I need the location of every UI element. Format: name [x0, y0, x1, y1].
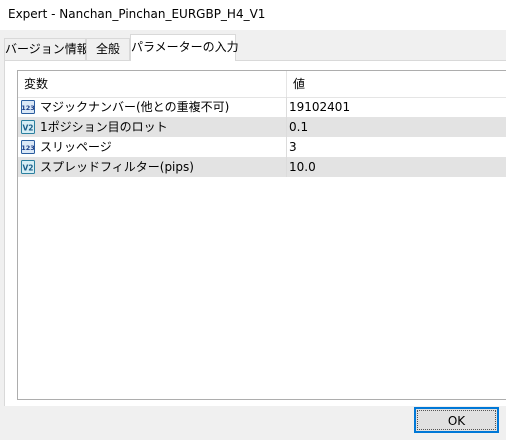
header-value[interactable]: 値	[287, 71, 506, 97]
param-name: マジックナンバー(他との重複不可)	[40, 100, 230, 114]
param-name: 1ポジション目のロット	[40, 120, 168, 134]
header-variable[interactable]: 変数	[18, 71, 286, 97]
tab-strip: バージョン情報 全般 パラメーターの入力	[0, 30, 506, 61]
param-value[interactable]: 3	[289, 137, 297, 157]
svg-text:V2: V2	[22, 164, 33, 173]
svg-text:V2: V2	[22, 124, 33, 133]
table-row[interactable]: V2 1ポジション目のロット 0.1	[18, 117, 506, 137]
column-divider	[286, 137, 287, 157]
double-param-icon: V2	[21, 120, 35, 134]
svg-text:123: 123	[21, 144, 35, 152]
parameters-panel: 変数 値 123 マジックナンバー(他との重複不可) 19102401 V2 1…	[4, 60, 506, 406]
table-row[interactable]: 123 スリッページ 3	[18, 137, 506, 157]
param-name: スプレッドフィルター(pips)	[40, 160, 194, 174]
tab-label: バージョン情報	[5, 42, 89, 56]
header-variable-label: 変数	[24, 77, 49, 91]
tab-label: 全般	[95, 42, 120, 56]
param-value[interactable]: 10.0	[289, 157, 316, 177]
table-row[interactable]: 123 マジックナンバー(他との重複不可) 19102401	[18, 97, 506, 117]
column-divider	[286, 157, 287, 177]
header-value-label: 値	[293, 77, 306, 91]
param-name: スリッページ	[40, 140, 112, 154]
column-divider	[286, 117, 287, 137]
param-value[interactable]: 0.1	[289, 117, 308, 137]
parameters-grid[interactable]: 変数 値 123 マジックナンバー(他との重複不可) 19102401 V2 1…	[17, 70, 506, 400]
table-row[interactable]: V2 スプレッドフィルター(pips) 10.0	[18, 157, 506, 177]
tab-label: パラメーターの入力	[131, 40, 239, 54]
title-bar: Expert - Nanchan_Pinchan_EURGBP_H4_V1	[0, 0, 506, 30]
tab-input-parameters[interactable]: パラメーターの入力	[130, 34, 239, 61]
tab-general[interactable]: 全般	[86, 38, 130, 60]
grid-header: 変数 値	[18, 71, 506, 98]
integer-param-icon: 123	[21, 140, 35, 154]
param-value[interactable]: 19102401	[289, 97, 350, 117]
column-divider	[286, 97, 287, 117]
double-param-icon: V2	[21, 160, 35, 174]
ok-button[interactable]: OK	[414, 407, 499, 433]
dialog-footer: OK	[0, 406, 506, 440]
integer-param-icon: 123	[21, 100, 35, 114]
window-title: Expert - Nanchan_Pinchan_EURGBP_H4_V1	[8, 7, 266, 21]
ok-button-label: OK	[417, 410, 496, 430]
tab-version-info[interactable]: バージョン情報	[4, 38, 89, 60]
svg-text:123: 123	[21, 104, 35, 112]
